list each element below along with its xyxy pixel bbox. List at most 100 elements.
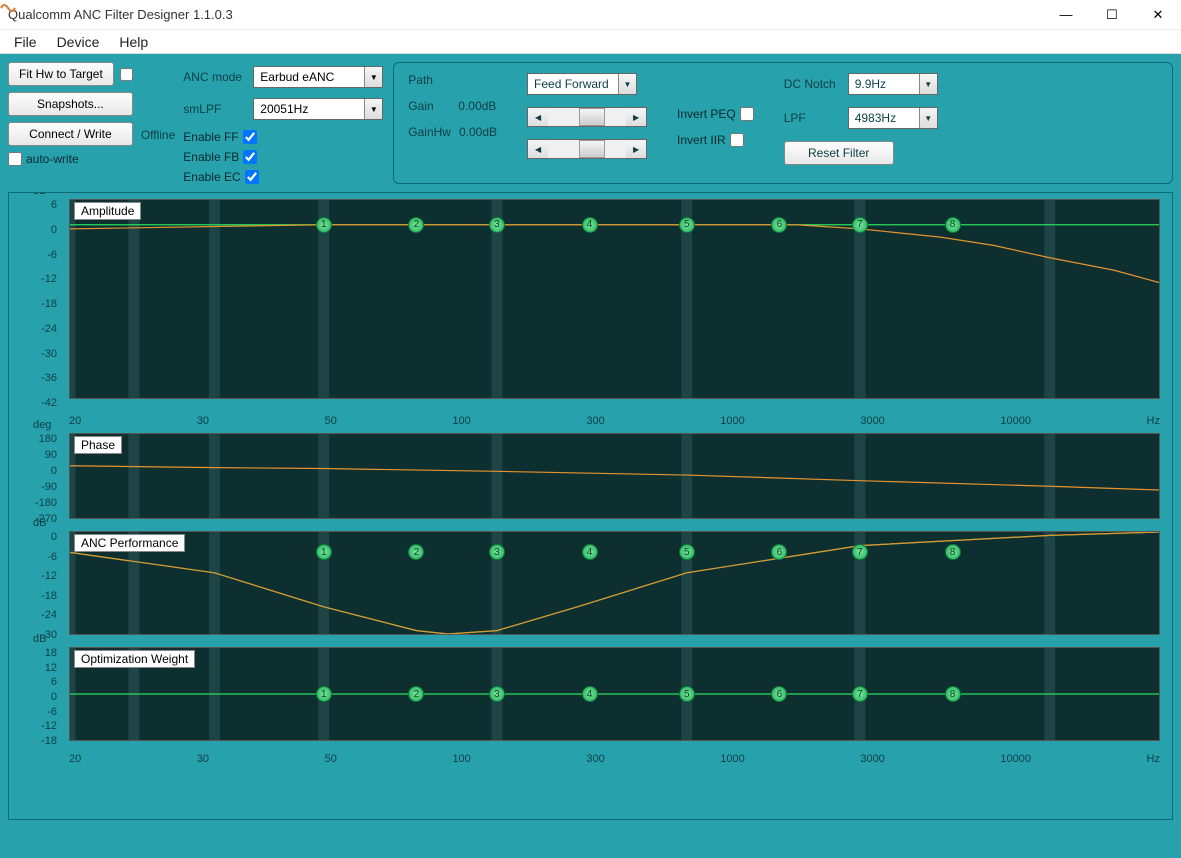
minimize-button[interactable]: —: [1043, 0, 1089, 30]
auto-write-row[interactable]: auto-write: [8, 152, 133, 166]
smlpf-label: smLPF: [183, 102, 243, 116]
invert-peq-row[interactable]: Invert PEQ: [677, 107, 754, 121]
gain-value: 0.00dB: [458, 99, 496, 113]
snapshots-button[interactable]: Snapshots...: [8, 92, 133, 116]
enable-ff-row[interactable]: Enable FF: [183, 130, 383, 144]
workspace: Fit Hw to Target Snapshots... Connect / …: [0, 54, 1181, 858]
menu-file[interactable]: File: [4, 32, 47, 52]
y-tick: 0: [13, 465, 57, 477]
filter-marker-3[interactable]: 3: [489, 217, 505, 233]
fit-hw-button[interactable]: Fit Hw to Target: [8, 62, 114, 86]
x-unit: Hz: [1147, 753, 1160, 765]
path-combo[interactable]: Feed Forward ▼: [527, 73, 637, 95]
amplitude-unit: dB: [33, 192, 46, 197]
anc-unit: dB: [33, 517, 46, 529]
auto-write-checkbox[interactable]: [8, 152, 22, 166]
gainhw-slider[interactable]: ◀ ▶: [527, 139, 647, 159]
amplitude-chart[interactable]: dB 60-6-12-18-24-30-36-42 Amplitude 1234…: [13, 199, 1168, 409]
enable-ec-row[interactable]: Enable EC: [183, 170, 383, 184]
dcnotch-combo[interactable]: 9.9Hz ▼: [848, 73, 938, 95]
filter-marker-2[interactable]: 2: [408, 544, 424, 560]
filter-marker-5[interactable]: 5: [679, 544, 695, 560]
filter-marker-5[interactable]: 5: [679, 686, 695, 702]
reset-filter-button[interactable]: Reset Filter: [784, 141, 894, 165]
filter-marker-2[interactable]: 2: [408, 217, 424, 233]
menu-device[interactable]: Device: [47, 32, 110, 52]
y-tick: -18: [13, 590, 57, 602]
arrow-left-icon[interactable]: ◀: [528, 108, 548, 126]
y-tick: 90: [13, 449, 57, 461]
filter-marker-7[interactable]: 7: [852, 686, 868, 702]
anc-chart[interactable]: dB 0-6-12-18-24-30 ANC Performance 12345…: [13, 531, 1168, 641]
invert-iir-row[interactable]: Invert IIR: [677, 133, 754, 147]
phase-chart[interactable]: deg 180900-90-180-270 Phase: [13, 433, 1168, 525]
slider-thumb[interactable]: [579, 140, 605, 158]
y-tick: -6: [13, 706, 57, 718]
invert-peq-checkbox[interactable]: [740, 107, 754, 121]
x-tick: 300: [586, 753, 604, 765]
filter-marker-7[interactable]: 7: [852, 544, 868, 560]
filter-marker-8[interactable]: 8: [945, 686, 961, 702]
y-tick: 0: [13, 531, 57, 543]
arrow-right-icon[interactable]: ▶: [626, 140, 646, 158]
filter-marker-3[interactable]: 3: [489, 544, 505, 560]
menu-help[interactable]: Help: [109, 32, 158, 52]
amplitude-title: Amplitude: [74, 202, 141, 220]
y-tick: 0: [13, 224, 57, 236]
x-tick: 30: [197, 753, 209, 765]
filter-marker-1[interactable]: 1: [316, 544, 332, 560]
weight-unit: dB: [33, 633, 46, 645]
anc-mode-label: ANC mode: [183, 70, 243, 84]
x-tick: 10000: [1000, 415, 1031, 427]
lpf-combo[interactable]: 4983Hz ▼: [848, 107, 938, 129]
menu-bar: File Device Help: [0, 30, 1181, 54]
enable-ff-checkbox[interactable]: [243, 130, 257, 144]
filter-marker-1[interactable]: 1: [316, 217, 332, 233]
arrow-left-icon[interactable]: ◀: [528, 140, 548, 158]
filter-marker-6[interactable]: 6: [771, 544, 787, 560]
chevron-down-icon: ▼: [919, 108, 937, 128]
filter-marker-5[interactable]: 5: [679, 217, 695, 233]
anc-mode-value: Earbud eANC: [254, 70, 364, 84]
filter-marker-7[interactable]: 7: [852, 217, 868, 233]
app-icon: [0, 0, 16, 16]
close-button[interactable]: ✕: [1135, 0, 1181, 30]
y-tick: -12: [13, 273, 57, 285]
smlpf-combo[interactable]: 20051Hz ▼: [253, 98, 383, 120]
gain-slider[interactable]: ◀ ▶: [527, 107, 647, 127]
filter-marker-1[interactable]: 1: [316, 686, 332, 702]
anc-title: ANC Performance: [74, 534, 185, 552]
filter-marker-8[interactable]: 8: [945, 544, 961, 560]
title-bar: Qualcomm ANC Filter Designer 1.1.0.3 — ☐…: [0, 0, 1181, 30]
dcnotch-label: DC Notch: [784, 77, 840, 91]
fit-hw-checkbox[interactable]: [120, 68, 133, 81]
filter-marker-6[interactable]: 6: [771, 217, 787, 233]
maximize-button[interactable]: ☐: [1089, 0, 1135, 30]
weight-chart[interactable]: dB 181260-6-12-18 Optimization Weight 12…: [13, 647, 1168, 747]
enable-fb-checkbox[interactable]: [243, 150, 257, 164]
x-tick: 300: [586, 415, 604, 427]
y-tick: 6: [13, 676, 57, 688]
anc-mode-combo[interactable]: Earbud eANC ▼: [253, 66, 383, 88]
phase-unit: deg: [33, 419, 51, 431]
filter-marker-8[interactable]: 8: [945, 217, 961, 233]
enable-fb-row[interactable]: Enable FB: [183, 150, 383, 164]
y-tick: -36: [13, 372, 57, 384]
filter-marker-4[interactable]: 4: [582, 217, 598, 233]
filter-marker-6[interactable]: 6: [771, 686, 787, 702]
invert-iir-checkbox[interactable]: [730, 133, 744, 147]
filter-marker-4[interactable]: 4: [582, 544, 598, 560]
chevron-down-icon: ▼: [364, 99, 382, 119]
slider-thumb[interactable]: [579, 108, 605, 126]
lpf-label: LPF: [784, 111, 840, 125]
filter-marker-3[interactable]: 3: [489, 686, 505, 702]
filter-marker-2[interactable]: 2: [408, 686, 424, 702]
y-tick: -18: [13, 298, 57, 310]
filter-marker-4[interactable]: 4: [582, 686, 598, 702]
connect-write-button[interactable]: Connect / Write: [8, 122, 133, 146]
arrow-right-icon[interactable]: ▶: [626, 108, 646, 126]
y-tick: 180: [13, 433, 57, 445]
charts-area: dB 60-6-12-18-24-30-36-42 Amplitude 1234…: [8, 192, 1173, 820]
y-tick: -90: [13, 481, 57, 493]
enable-ec-checkbox[interactable]: [245, 170, 259, 184]
